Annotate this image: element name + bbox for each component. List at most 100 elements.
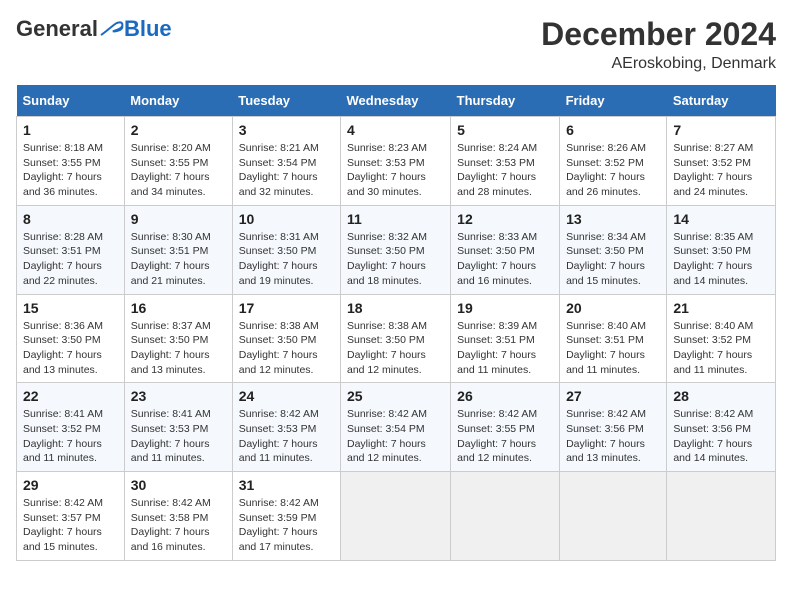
calendar-day-cell bbox=[560, 472, 667, 561]
day-number: 5 bbox=[457, 122, 553, 138]
month-title: December 2024 bbox=[541, 16, 776, 53]
calendar-day-cell: 18 Sunrise: 8:38 AM Sunset: 3:50 PM Dayl… bbox=[340, 294, 450, 383]
title-area: December 2024 AEroskobing, Denmark bbox=[541, 16, 776, 73]
day-info: Sunrise: 8:40 AM Sunset: 3:51 PM Dayligh… bbox=[566, 319, 660, 378]
calendar-day-cell: 22 Sunrise: 8:41 AM Sunset: 3:52 PM Dayl… bbox=[17, 383, 125, 472]
calendar-day-cell: 31 Sunrise: 8:42 AM Sunset: 3:59 PM Dayl… bbox=[232, 472, 340, 561]
day-number: 26 bbox=[457, 388, 553, 404]
calendar-day-cell: 28 Sunrise: 8:42 AM Sunset: 3:56 PM Dayl… bbox=[667, 383, 776, 472]
page-header: General Blue December 2024 AEroskobing, … bbox=[16, 16, 776, 73]
calendar-day-cell: 10 Sunrise: 8:31 AM Sunset: 3:50 PM Dayl… bbox=[232, 205, 340, 294]
calendar-table: SundayMondayTuesdayWednesdayThursdayFrid… bbox=[16, 85, 776, 561]
day-number: 13 bbox=[566, 211, 660, 227]
logo-bird-icon bbox=[100, 19, 124, 39]
calendar-week-row: 15 Sunrise: 8:36 AM Sunset: 3:50 PM Dayl… bbox=[17, 294, 776, 383]
calendar-day-cell: 11 Sunrise: 8:32 AM Sunset: 3:50 PM Dayl… bbox=[340, 205, 450, 294]
day-number: 17 bbox=[239, 300, 334, 316]
calendar-week-row: 29 Sunrise: 8:42 AM Sunset: 3:57 PM Dayl… bbox=[17, 472, 776, 561]
calendar-day-cell: 8 Sunrise: 8:28 AM Sunset: 3:51 PM Dayli… bbox=[17, 205, 125, 294]
calendar-day-cell: 17 Sunrise: 8:38 AM Sunset: 3:50 PM Dayl… bbox=[232, 294, 340, 383]
calendar-day-cell: 3 Sunrise: 8:21 AM Sunset: 3:54 PM Dayli… bbox=[232, 117, 340, 206]
day-info: Sunrise: 8:42 AM Sunset: 3:59 PM Dayligh… bbox=[239, 496, 334, 555]
weekday-header: Wednesday bbox=[340, 85, 450, 117]
day-info: Sunrise: 8:42 AM Sunset: 3:54 PM Dayligh… bbox=[347, 407, 444, 466]
day-number: 4 bbox=[347, 122, 444, 138]
calendar-day-cell: 5 Sunrise: 8:24 AM Sunset: 3:53 PM Dayli… bbox=[451, 117, 560, 206]
day-number: 28 bbox=[673, 388, 769, 404]
day-number: 19 bbox=[457, 300, 553, 316]
calendar-day-cell bbox=[667, 472, 776, 561]
day-info: Sunrise: 8:41 AM Sunset: 3:53 PM Dayligh… bbox=[131, 407, 226, 466]
calendar-day-cell bbox=[451, 472, 560, 561]
day-number: 22 bbox=[23, 388, 118, 404]
day-number: 18 bbox=[347, 300, 444, 316]
day-number: 24 bbox=[239, 388, 334, 404]
day-number: 30 bbox=[131, 477, 226, 493]
calendar-day-cell: 14 Sunrise: 8:35 AM Sunset: 3:50 PM Dayl… bbox=[667, 205, 776, 294]
calendar-day-cell bbox=[340, 472, 450, 561]
day-info: Sunrise: 8:42 AM Sunset: 3:57 PM Dayligh… bbox=[23, 496, 118, 555]
weekday-header: Sunday bbox=[17, 85, 125, 117]
calendar-day-cell: 27 Sunrise: 8:42 AM Sunset: 3:56 PM Dayl… bbox=[560, 383, 667, 472]
day-info: Sunrise: 8:28 AM Sunset: 3:51 PM Dayligh… bbox=[23, 230, 118, 289]
calendar-day-cell: 1 Sunrise: 8:18 AM Sunset: 3:55 PM Dayli… bbox=[17, 117, 125, 206]
day-info: Sunrise: 8:35 AM Sunset: 3:50 PM Dayligh… bbox=[673, 230, 769, 289]
day-info: Sunrise: 8:39 AM Sunset: 3:51 PM Dayligh… bbox=[457, 319, 553, 378]
logo: General Blue bbox=[16, 16, 172, 42]
day-number: 14 bbox=[673, 211, 769, 227]
location: AEroskobing, Denmark bbox=[541, 55, 776, 73]
weekday-header: Friday bbox=[560, 85, 667, 117]
day-number: 12 bbox=[457, 211, 553, 227]
calendar-day-cell: 16 Sunrise: 8:37 AM Sunset: 3:50 PM Dayl… bbox=[124, 294, 232, 383]
calendar-day-cell: 6 Sunrise: 8:26 AM Sunset: 3:52 PM Dayli… bbox=[560, 117, 667, 206]
day-info: Sunrise: 8:42 AM Sunset: 3:53 PM Dayligh… bbox=[239, 407, 334, 466]
day-info: Sunrise: 8:32 AM Sunset: 3:50 PM Dayligh… bbox=[347, 230, 444, 289]
day-info: Sunrise: 8:36 AM Sunset: 3:50 PM Dayligh… bbox=[23, 319, 118, 378]
day-info: Sunrise: 8:21 AM Sunset: 3:54 PM Dayligh… bbox=[239, 141, 334, 200]
day-number: 11 bbox=[347, 211, 444, 227]
calendar-day-cell: 26 Sunrise: 8:42 AM Sunset: 3:55 PM Dayl… bbox=[451, 383, 560, 472]
day-number: 23 bbox=[131, 388, 226, 404]
day-info: Sunrise: 8:40 AM Sunset: 3:52 PM Dayligh… bbox=[673, 319, 769, 378]
day-info: Sunrise: 8:18 AM Sunset: 3:55 PM Dayligh… bbox=[23, 141, 118, 200]
day-number: 21 bbox=[673, 300, 769, 316]
day-number: 6 bbox=[566, 122, 660, 138]
day-number: 25 bbox=[347, 388, 444, 404]
day-info: Sunrise: 8:42 AM Sunset: 3:56 PM Dayligh… bbox=[673, 407, 769, 466]
calendar-day-cell: 2 Sunrise: 8:20 AM Sunset: 3:55 PM Dayli… bbox=[124, 117, 232, 206]
logo-general: General bbox=[16, 16, 98, 42]
calendar-week-row: 1 Sunrise: 8:18 AM Sunset: 3:55 PM Dayli… bbox=[17, 117, 776, 206]
day-info: Sunrise: 8:30 AM Sunset: 3:51 PM Dayligh… bbox=[131, 230, 226, 289]
day-info: Sunrise: 8:20 AM Sunset: 3:55 PM Dayligh… bbox=[131, 141, 226, 200]
calendar-day-cell: 7 Sunrise: 8:27 AM Sunset: 3:52 PM Dayli… bbox=[667, 117, 776, 206]
day-info: Sunrise: 8:37 AM Sunset: 3:50 PM Dayligh… bbox=[131, 319, 226, 378]
day-number: 10 bbox=[239, 211, 334, 227]
calendar-day-cell: 25 Sunrise: 8:42 AM Sunset: 3:54 PM Dayl… bbox=[340, 383, 450, 472]
calendar-day-cell: 24 Sunrise: 8:42 AM Sunset: 3:53 PM Dayl… bbox=[232, 383, 340, 472]
day-number: 1 bbox=[23, 122, 118, 138]
calendar-day-cell: 21 Sunrise: 8:40 AM Sunset: 3:52 PM Dayl… bbox=[667, 294, 776, 383]
day-info: Sunrise: 8:42 AM Sunset: 3:56 PM Dayligh… bbox=[566, 407, 660, 466]
day-number: 29 bbox=[23, 477, 118, 493]
day-number: 2 bbox=[131, 122, 226, 138]
day-number: 8 bbox=[23, 211, 118, 227]
calendar-week-row: 8 Sunrise: 8:28 AM Sunset: 3:51 PM Dayli… bbox=[17, 205, 776, 294]
calendar-day-cell: 4 Sunrise: 8:23 AM Sunset: 3:53 PM Dayli… bbox=[340, 117, 450, 206]
calendar-day-cell: 23 Sunrise: 8:41 AM Sunset: 3:53 PM Dayl… bbox=[124, 383, 232, 472]
calendar-header-row: SundayMondayTuesdayWednesdayThursdayFrid… bbox=[17, 85, 776, 117]
day-number: 16 bbox=[131, 300, 226, 316]
day-info: Sunrise: 8:24 AM Sunset: 3:53 PM Dayligh… bbox=[457, 141, 553, 200]
day-info: Sunrise: 8:38 AM Sunset: 3:50 PM Dayligh… bbox=[347, 319, 444, 378]
day-number: 7 bbox=[673, 122, 769, 138]
weekday-header: Tuesday bbox=[232, 85, 340, 117]
day-info: Sunrise: 8:26 AM Sunset: 3:52 PM Dayligh… bbox=[566, 141, 660, 200]
day-number: 31 bbox=[239, 477, 334, 493]
day-number: 27 bbox=[566, 388, 660, 404]
calendar-day-cell: 19 Sunrise: 8:39 AM Sunset: 3:51 PM Dayl… bbox=[451, 294, 560, 383]
day-info: Sunrise: 8:42 AM Sunset: 3:55 PM Dayligh… bbox=[457, 407, 553, 466]
day-info: Sunrise: 8:34 AM Sunset: 3:50 PM Dayligh… bbox=[566, 230, 660, 289]
weekday-header: Thursday bbox=[451, 85, 560, 117]
logo-blue: Blue bbox=[124, 16, 172, 42]
calendar-day-cell: 29 Sunrise: 8:42 AM Sunset: 3:57 PM Dayl… bbox=[17, 472, 125, 561]
calendar-day-cell: 30 Sunrise: 8:42 AM Sunset: 3:58 PM Dayl… bbox=[124, 472, 232, 561]
